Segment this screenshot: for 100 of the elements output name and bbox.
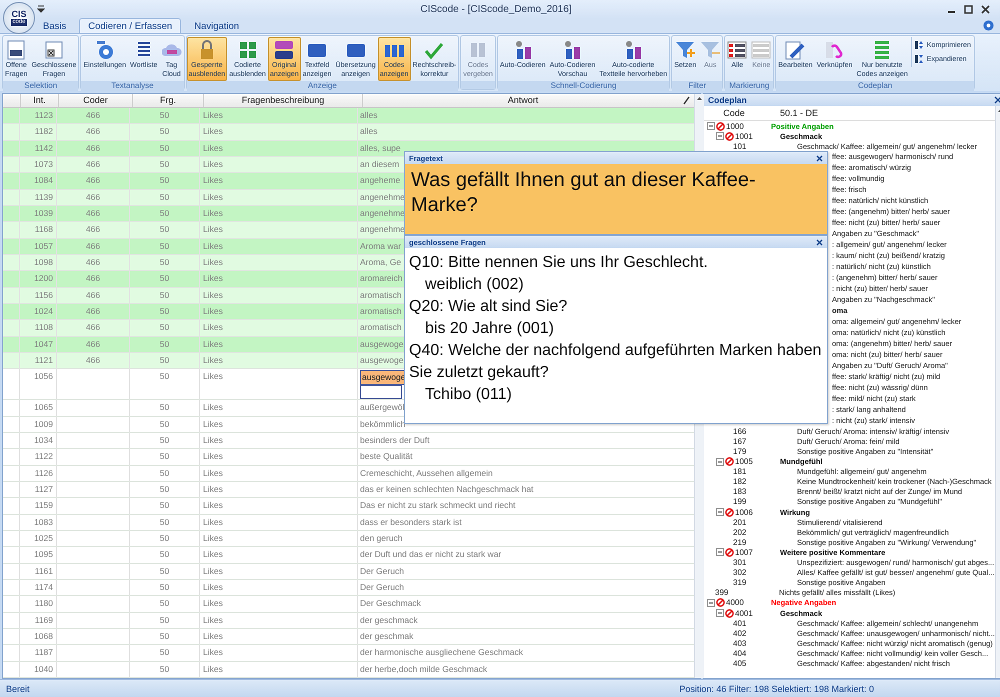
table-cell: 50 — [130, 369, 200, 400]
table-cell: Likes — [200, 254, 358, 270]
table-cell: 50 — [130, 352, 200, 368]
table-cell: 50 — [130, 156, 200, 172]
code-number: 219 — [733, 538, 746, 547]
code-number: 404 — [733, 648, 746, 658]
table-cell: 1034 — [20, 432, 57, 448]
table-cell: Likes — [200, 564, 358, 579]
table-cell: 1108 — [20, 320, 57, 336]
table-cell: Likes — [200, 304, 358, 320]
table-cell-text: angenehme — [360, 190, 405, 204]
table-cell: 50 — [130, 449, 200, 465]
table-cell: 466 — [57, 222, 130, 238]
table-cell: 1039 — [20, 206, 57, 222]
table-cell-text: Cremeschicht, Aussehen allgemein — [360, 466, 493, 480]
group-label: Selektion — [3, 81, 78, 91]
table-cell-text: dass er besonders stark ist — [360, 516, 462, 529]
table-cell: 1174 — [20, 580, 57, 596]
table-cell: Likes — [200, 352, 358, 368]
table-cell: 50 — [130, 596, 200, 612]
table-cell: 466 — [57, 320, 130, 336]
table-cell-text: alles — [360, 109, 378, 122]
table-cell: 50 — [130, 662, 200, 677]
table-cell-text: Der Geschmack — [360, 597, 421, 610]
table-cell: Likes — [200, 612, 358, 628]
code-number: 183 — [733, 487, 746, 496]
table-cell: 1161 — [20, 564, 57, 579]
table-cell: 466 — [57, 288, 130, 303]
table-cell: 1200 — [20, 271, 57, 287]
table-cell: 50 — [130, 140, 200, 156]
table-cell: 50 — [130, 628, 200, 644]
table-cell-text: angenehme — [360, 206, 405, 220]
code-number: 319 — [733, 578, 746, 588]
table-cell: 1156 — [20, 288, 57, 303]
table-cell-text: ausgewoge — [360, 354, 404, 367]
table-cell-text: das er keinen schlechten Nachgeschmack hat — [360, 482, 534, 496]
table-cell: Likes — [200, 288, 358, 303]
table-cell-text: aromareich — [360, 272, 403, 286]
table-cell: 1139 — [20, 190, 57, 205]
table-cell: 1068 — [20, 628, 57, 644]
table-cell: 50 — [130, 466, 200, 481]
table-cell: 466 — [57, 140, 130, 156]
table-cell-text: bekömmlich — [360, 418, 406, 431]
table-cell: 1083 — [20, 514, 57, 530]
table-cell: 1040 — [20, 662, 57, 677]
table-cell: 1169 — [20, 612, 57, 628]
table-cell: 1122 — [20, 449, 57, 465]
table-cell: Likes — [200, 416, 358, 432]
table-cell: 50 — [130, 190, 200, 205]
table-cell: 1025 — [20, 530, 57, 546]
table-cell: 1142 — [20, 140, 57, 156]
table-cell: 466 — [57, 190, 130, 205]
table-cell-text: angenehme — [360, 223, 405, 236]
code-number: 302 — [733, 568, 746, 578]
table-cell: Likes — [200, 514, 358, 530]
table-cell-text: ausgewoge — [360, 338, 404, 351]
table-cell: Likes — [200, 547, 358, 563]
table-cell: 50 — [130, 124, 200, 140]
code-number: 4001 — [735, 608, 753, 618]
table-cell: 50 — [130, 173, 200, 189]
table-cell: 50 — [130, 612, 200, 628]
table-cell: 1047 — [20, 336, 57, 352]
table-cell: Likes — [200, 580, 358, 596]
code-number: 403 — [733, 638, 746, 648]
table-cell: Likes — [200, 432, 358, 448]
table-cell-text: Der Geruch — [360, 564, 404, 578]
table-cell: Likes — [200, 662, 358, 677]
table-cell: 50 — [130, 206, 200, 222]
status-text: Bereit — [6, 684, 30, 694]
table-cell: 50 — [130, 645, 200, 660]
table-cell: 1187 — [20, 645, 57, 660]
code-number: 1006 — [735, 508, 753, 517]
table-cell: 50 — [130, 304, 200, 320]
table-cell: 466 — [57, 173, 130, 189]
table-cell: 466 — [57, 352, 130, 368]
table-cell: 50 — [130, 547, 200, 563]
table-cell: Likes — [200, 400, 358, 416]
table-cell-text: aromatisch — [360, 304, 402, 318]
table-cell: 50 — [130, 564, 200, 579]
code-number: 101 — [733, 142, 746, 151]
code-number: 167 — [733, 436, 746, 446]
code-number: 1001 — [735, 132, 753, 141]
table-cell: 50 — [130, 416, 200, 432]
code-number: 1000 — [726, 122, 744, 131]
table-cell: 1024 — [20, 304, 57, 320]
table-cell: 466 — [57, 124, 130, 140]
code-number: 1005 — [735, 457, 753, 466]
table-cell: Likes — [200, 336, 358, 352]
table-cell: Likes — [200, 156, 358, 172]
table-cell: 466 — [57, 156, 130, 172]
table-cell: 50 — [130, 254, 200, 270]
table-cell: 1073 — [20, 156, 57, 172]
code-number: 1007 — [735, 548, 753, 557]
table-cell: 1182 — [20, 124, 57, 140]
group-label: Filter — [672, 81, 722, 91]
table-cell: Likes — [200, 628, 358, 644]
table-cell: 50 — [130, 498, 200, 514]
group-label: Anzeige — [186, 81, 458, 91]
table-cell: 1009 — [20, 416, 57, 432]
code-number: 301 — [733, 558, 746, 568]
